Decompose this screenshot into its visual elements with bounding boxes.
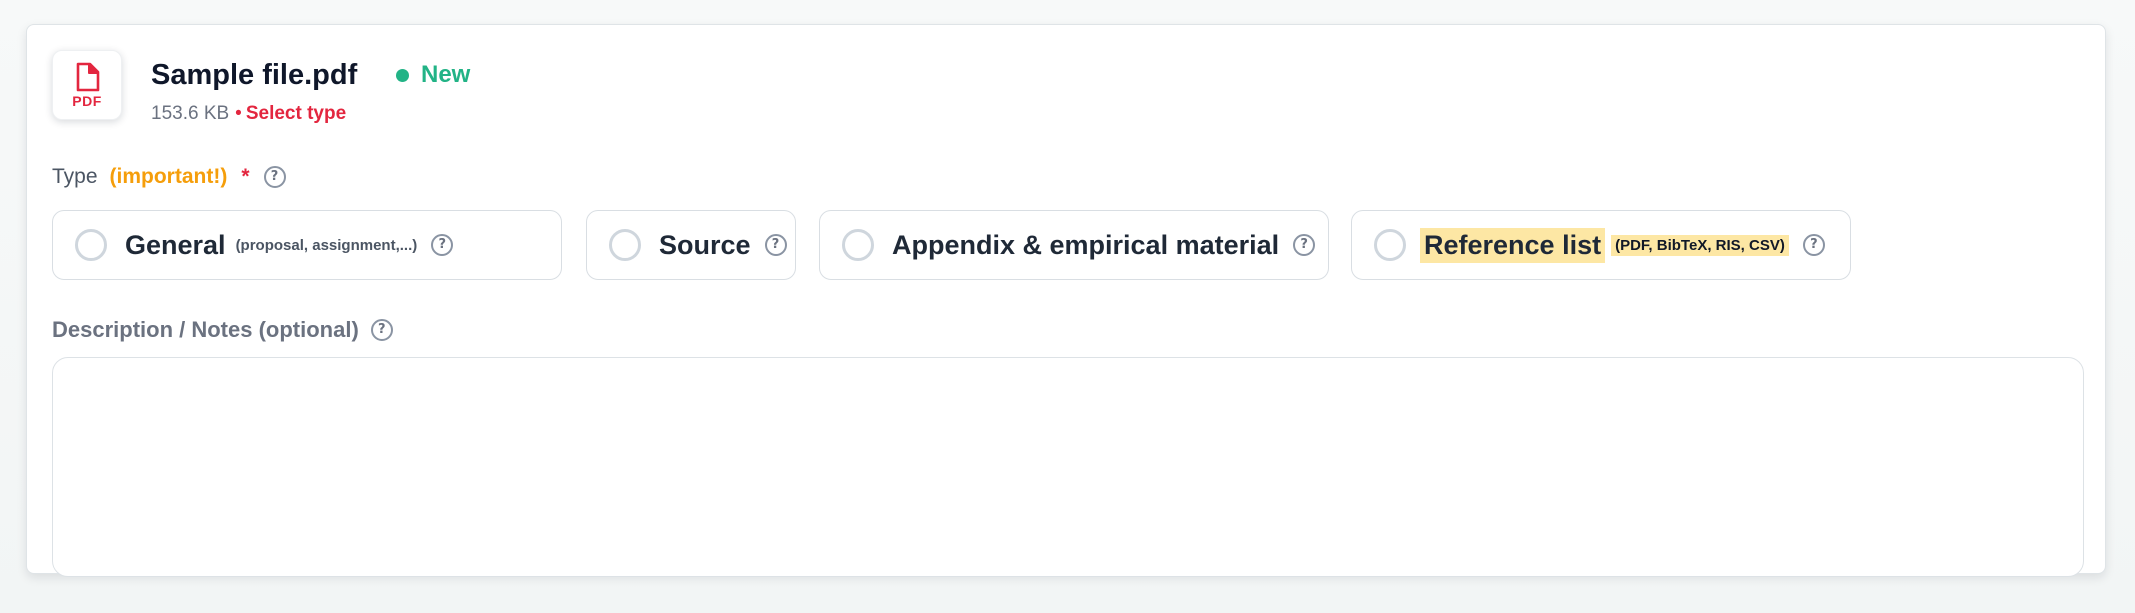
type-option-reference-list[interactable]: Reference list (PDF, BibTeX, RIS, CSV) ? [1351,210,1851,280]
appendix-label: Appendix & empirical material [892,229,1280,260]
description-field-label: Description / Notes (optional) ? [52,317,393,343]
meta-separator: • [235,103,242,124]
type-field-label: Type (important!) * ? [52,165,286,189]
appendix-help-icon[interactable]: ? [1293,234,1316,256]
general-radio[interactable] [75,229,107,261]
type-option-general[interactable]: General (proposal, assignment,...) ? [52,210,562,280]
reference-list-hint: (PDF, BibTeX, RIS, CSV) [1611,234,1789,256]
reference-list-radio[interactable] [1374,229,1406,261]
status-dot-icon [396,68,409,82]
pdf-icon-label: PDF [72,93,102,109]
document-icon [76,62,100,92]
general-help-icon[interactable]: ? [431,234,454,256]
type-help-icon[interactable]: ? [263,166,286,188]
general-hint: (proposal, assignment,...) [235,236,418,254]
required-mark: * [241,165,250,188]
source-radio[interactable] [609,229,641,261]
general-label: General [125,229,226,260]
source-help-icon[interactable]: ? [764,234,787,256]
file-meta: 153.6 KB • Select type [151,103,346,125]
file-upload-card: PDF Sample file.pdf New 153.6 KB • Select … [26,24,2106,577]
type-option-appendix[interactable]: Appendix & empirical material ? [819,210,1329,280]
file-name: Sample file.pdf [151,59,358,91]
file-size: 153.6 KB [151,103,230,124]
important-note: (important!) [109,165,228,188]
description-label-text: Description / Notes (optional) [52,317,359,342]
status-text: New [421,61,471,88]
description-help-icon[interactable]: ? [370,319,393,341]
description-textarea[interactable] [52,357,2084,577]
type-label-text: Type [52,165,98,188]
appendix-radio[interactable] [842,229,874,261]
type-option-source[interactable]: Source ? [586,210,796,280]
status-badge: New [396,61,470,89]
source-label: Source [659,229,751,260]
pdf-file-icon: PDF [52,50,122,120]
select-type-link[interactable]: Select type [246,103,346,124]
reference-list-label: Reference list [1420,227,1606,263]
reference-list-help-icon[interactable]: ? [1802,234,1825,256]
